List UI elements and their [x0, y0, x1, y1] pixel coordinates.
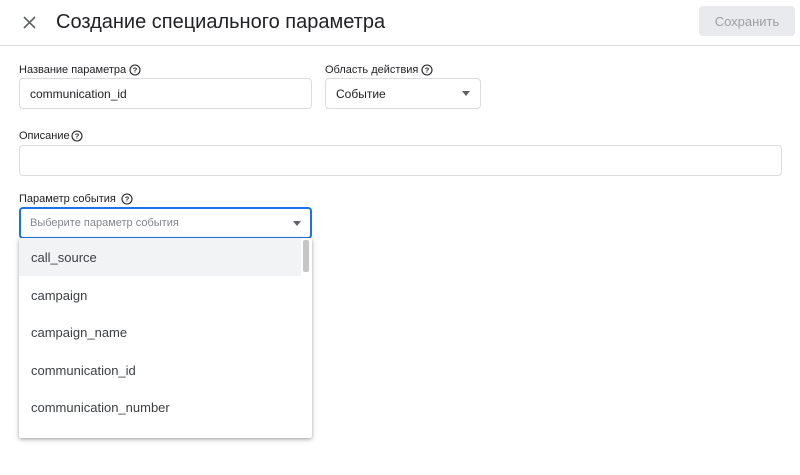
- caret-down-icon: [462, 91, 470, 96]
- help-icon[interactable]: ?: [71, 130, 83, 142]
- header: Создание специального параметра Сохранит…: [0, 0, 800, 46]
- close-button[interactable]: [16, 9, 42, 35]
- parameter-name-input[interactable]: communication_id: [19, 78, 312, 109]
- page-title: Создание специального параметра: [56, 11, 386, 33]
- svg-text:?: ?: [125, 195, 130, 204]
- description-input[interactable]: [19, 145, 782, 176]
- scope-value: Событие: [336, 86, 386, 101]
- svg-text:?: ?: [133, 66, 138, 75]
- scope-select[interactable]: Событие: [325, 78, 481, 109]
- help-icon[interactable]: ?: [129, 64, 141, 76]
- help-icon[interactable]: ?: [421, 64, 433, 76]
- help-icon[interactable]: ?: [121, 193, 133, 205]
- scope-label: Область действия ?: [325, 63, 433, 77]
- dropdown-option[interactable]: communication_id: [19, 351, 301, 389]
- event-parameter-dropdown: call_source campaign campaign_name commu…: [19, 238, 312, 438]
- scope-label-text: Область действия: [325, 64, 419, 76]
- description-label: Описание ?: [19, 129, 83, 143]
- dropdown-scrollbar[interactable]: [303, 240, 309, 272]
- event-parameter-label: Параметр события ?: [19, 192, 133, 206]
- parameter-name-value: communication_id: [30, 86, 127, 101]
- event-parameter-label-text: Параметр события: [19, 193, 116, 205]
- caret-down-icon: [293, 220, 301, 226]
- close-icon: [22, 15, 36, 29]
- dropdown-option[interactable]: campaign_name: [19, 313, 301, 351]
- event-parameter-placeholder: Выберите параметр события: [30, 217, 179, 229]
- event-parameter-select[interactable]: Выберите параметр события: [19, 207, 312, 239]
- svg-text:?: ?: [425, 66, 430, 75]
- svg-text:?: ?: [74, 132, 79, 141]
- dropdown-option[interactable]: communication_number: [19, 388, 301, 426]
- name-label-text: Название параметра: [19, 64, 127, 76]
- name-label: Название параметра ?: [19, 63, 141, 77]
- description-label-text: Описание: [19, 130, 70, 142]
- save-button[interactable]: Сохранить: [699, 6, 795, 36]
- dropdown-option[interactable]: campaign: [19, 276, 301, 314]
- dropdown-option[interactable]: call_source: [19, 238, 301, 276]
